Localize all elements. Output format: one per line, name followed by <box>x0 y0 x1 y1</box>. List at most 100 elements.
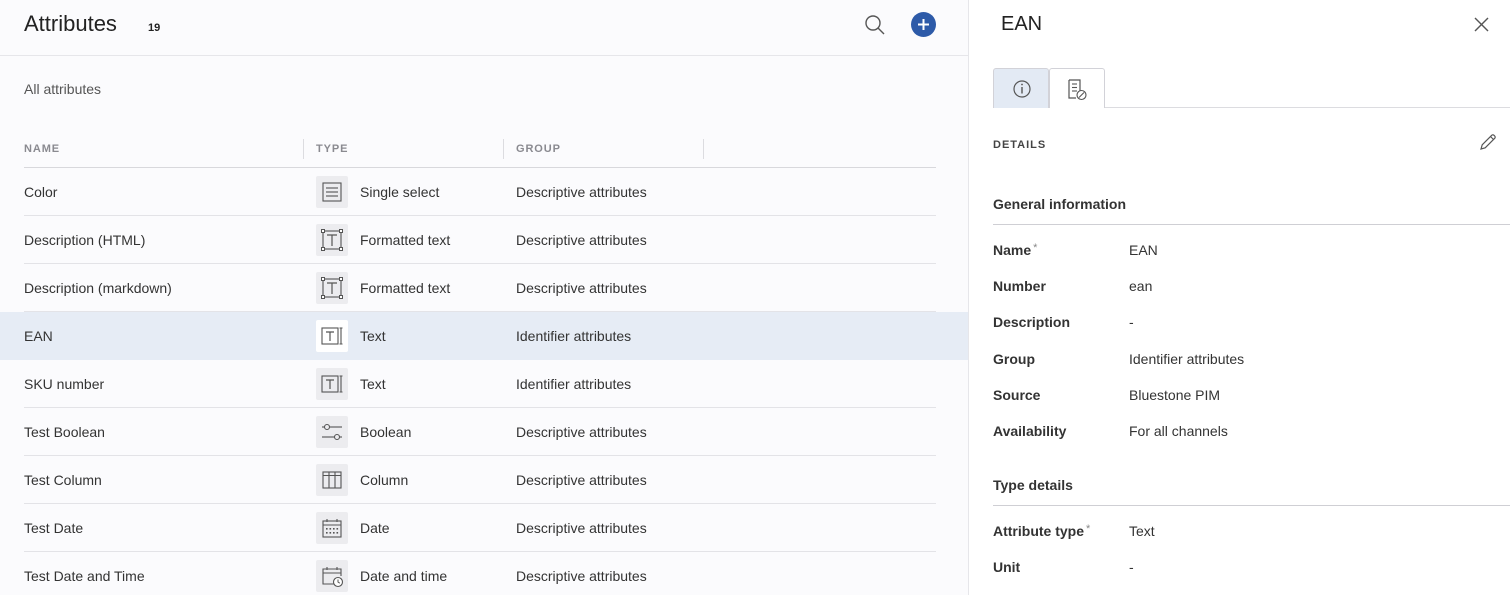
attribute-count-badge: 19 <box>148 22 161 34</box>
field-value: EAN <box>1129 242 1158 258</box>
date-time-icon <box>316 560 348 592</box>
attribute-group: Descriptive attributes <box>516 232 647 248</box>
type-details-heading: Type details <box>993 477 1073 493</box>
field-label: Source <box>993 387 1040 403</box>
attribute-type: Formatted text <box>360 232 451 248</box>
field-value: Bluestone PIM <box>1129 386 1221 403</box>
field-label: Description <box>993 314 1070 330</box>
column-header-group[interactable]: GROUP <box>516 143 561 155</box>
attribute-group: Descriptive attributes <box>516 184 647 200</box>
field-value: ean <box>1129 278 1153 295</box>
info-icon <box>1013 80 1031 98</box>
attribute-name: Description (HTML) <box>24 232 146 248</box>
attribute-type: Text <box>360 328 386 344</box>
formatted-text-icon <box>316 272 348 304</box>
list-subtitle: All attributes <box>24 81 102 97</box>
table-header: NAME TYPE GROUP <box>24 137 936 168</box>
list-header: Attributes 19 <box>0 0 968 56</box>
field-label-text: Attribute type <box>993 523 1084 539</box>
formatted-text-icon <box>316 224 348 256</box>
column-header-type[interactable]: TYPE <box>316 143 348 155</box>
edit-pencil-icon[interactable] <box>1477 131 1499 153</box>
attribute-name: SKU number <box>24 376 105 392</box>
field-label: Group <box>993 351 1035 367</box>
close-icon[interactable] <box>1471 14 1491 34</box>
table-row[interactable]: Test Boolean Boolean Descriptive attribute… <box>0 408 968 456</box>
required-marker: * <box>1033 242 1038 254</box>
text-icon <box>316 368 348 400</box>
table-row[interactable]: Description (markdown) Formatted text Desc… <box>0 264 968 312</box>
add-attribute-button[interactable] <box>911 12 936 37</box>
column-icon <box>316 464 348 496</box>
field-label-text: Description <box>993 314 1071 331</box>
attribute-group: Identifier attributes <box>516 376 632 392</box>
text-icon <box>316 320 348 352</box>
attribute-name: Description (markdown) <box>24 280 172 296</box>
column-resize-handle[interactable] <box>703 139 704 159</box>
plus-icon <box>918 19 929 30</box>
attribute-group: Identifier attributes <box>516 328 632 344</box>
field-value: Identifier attributes <box>1129 350 1245 367</box>
field-label-text: Name <box>993 242 1032 258</box>
attribute-name: Test Date and Time <box>24 568 145 584</box>
divider <box>993 505 1510 506</box>
field-label-text: Unit <box>993 559 1021 575</box>
required-marker: * <box>1086 523 1091 535</box>
table-row[interactable]: EAN Text Identifier attributes <box>0 312 968 360</box>
attribute-group: Descriptive attributes <box>516 424 647 440</box>
tab-validation[interactable] <box>1049 68 1105 108</box>
table-row[interactable]: Test Date and Time Date and time Descripti… <box>0 552 968 595</box>
attribute-group: Descriptive attributes <box>516 568 647 584</box>
attribute-name: Test Date <box>24 520 84 536</box>
field-label: Availability <box>993 423 1066 439</box>
attribute-type: Single select <box>360 184 440 200</box>
attribute-type: Date <box>360 520 390 536</box>
attribute-type: Column <box>360 472 409 488</box>
detail-title: EAN <box>1001 13 1043 35</box>
field-label-text: Number <box>993 278 1046 295</box>
table-row[interactable]: Description (HTML) Formatted text Descript… <box>0 216 968 264</box>
attribute-type: Formatted text <box>360 280 451 296</box>
field-value: - <box>1129 559 1134 575</box>
tab-info[interactable] <box>993 68 1049 108</box>
search-icon[interactable] <box>863 13 887 37</box>
boolean-icon <box>316 416 348 448</box>
attribute-group: Descriptive attributes <box>516 520 647 536</box>
column-resize-handle[interactable] <box>303 139 304 159</box>
detail-tabs <box>993 68 1510 108</box>
field-label: Unit <box>993 559 1020 575</box>
field-label-text: Availability <box>993 423 1067 439</box>
field-value: For all channels <box>1129 423 1228 439</box>
field-label: Attribute type * <box>993 523 1090 539</box>
attribute-detail-pane: EAN DETAILS General information Name * EAN… <box>968 0 1510 595</box>
field-label: Name * <box>993 242 1037 258</box>
attribute-group: Descriptive attributes <box>516 472 647 488</box>
document-check-icon <box>1068 79 1087 101</box>
field-label-text: Group <box>993 350 1035 367</box>
column-header-name[interactable]: NAME <box>24 143 60 155</box>
attribute-name: Color <box>24 184 58 200</box>
attributes-list-pane: Attributes 19 All attributes NAME TYPE G… <box>0 0 968 595</box>
general-information-heading: General information <box>993 196 1127 212</box>
single-select-icon <box>316 176 348 208</box>
column-resize-handle[interactable] <box>503 139 504 159</box>
attribute-type: Text <box>360 376 386 392</box>
table-row[interactable]: Color Single select Descriptive attributes <box>0 168 968 216</box>
table-row[interactable]: SKU number Text Identifier attributes <box>0 360 968 408</box>
attribute-name: EAN <box>24 328 53 344</box>
table-row[interactable]: Test Date Date Descriptive attributes <box>0 504 968 552</box>
field-value: - <box>1129 314 1134 331</box>
attribute-type: Date and time <box>360 568 448 584</box>
attribute-type: Boolean <box>360 424 412 440</box>
attribute-name: Test Boolean <box>24 424 105 440</box>
table-row[interactable]: Test Column Column Descriptive attributes <box>0 456 968 504</box>
field-value: Text <box>1129 523 1155 539</box>
field-label: Number <box>993 278 1046 294</box>
page-title: Attributes <box>24 11 117 36</box>
attributes-table-body: Color Single select Descriptive attributes… <box>0 168 968 595</box>
attribute-group: Descriptive attributes <box>516 280 647 296</box>
divider <box>993 224 1510 225</box>
field-label-text: Source <box>993 386 1041 403</box>
details-section-label: DETAILS <box>993 139 1047 151</box>
attribute-name: Test Column <box>24 472 102 488</box>
